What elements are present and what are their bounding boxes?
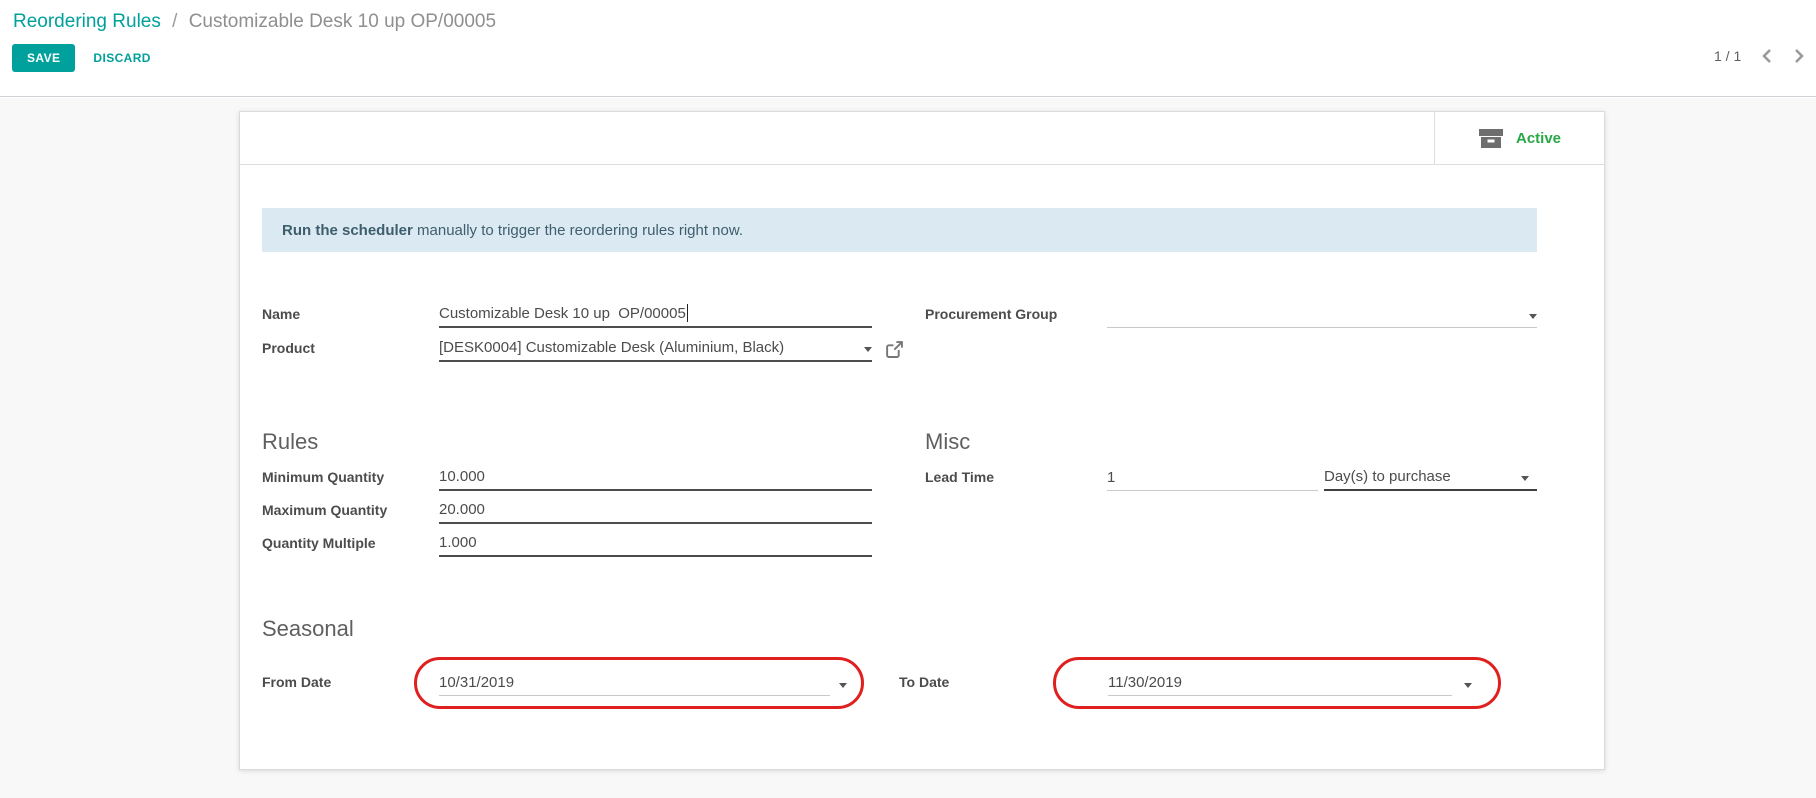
- to-date-value: 11/30/2019: [1108, 674, 1182, 691]
- pager-next-button[interactable]: [1793, 48, 1805, 64]
- minimum-quantity-value: 10.000: [439, 468, 485, 485]
- top-field-group: Name Customizable Desk 10 up OP/00005 Pr…: [262, 294, 1537, 362]
- from-date-value: 10/31/2019: [439, 674, 514, 691]
- rules-section-title: Rules: [262, 428, 899, 456]
- chevron-down-icon: [1521, 476, 1529, 481]
- form-sheet: Active Run the scheduler manually to tri…: [239, 111, 1605, 770]
- quantity-multiple-row: Quantity Multiple 1.000: [262, 524, 899, 557]
- from-date-input[interactable]: 10/31/2019: [439, 666, 847, 696]
- active-toggle-button[interactable]: Active: [1434, 112, 1604, 164]
- seasonal-section: Seasonal From Date 10/31/2019 To Date: [262, 615, 1537, 696]
- maximum-quantity-input[interactable]: 20.000: [439, 501, 872, 524]
- chevron-down-icon[interactable]: [1529, 314, 1537, 319]
- form-view-background: Active Run the scheduler manually to tri…: [0, 98, 1816, 798]
- name-label: Name: [262, 306, 439, 328]
- scheduler-alert: Run the scheduler manually to trigger th…: [262, 208, 1537, 252]
- name-row: Name Customizable Desk 10 up OP/00005: [262, 294, 899, 328]
- lead-time-label: Lead Time: [925, 469, 1107, 491]
- minimum-quantity-row: Minimum Quantity 10.000: [262, 458, 899, 491]
- save-button[interactable]: SAVE: [12, 44, 75, 72]
- quantity-multiple-input[interactable]: 1.000: [439, 534, 872, 557]
- lead-time-field-wrap: 1 Day(s) to purchase: [1107, 468, 1537, 491]
- from-date-label: From Date: [262, 674, 439, 696]
- form-action-buttons: SAVE DISCARD: [12, 44, 151, 72]
- chevron-down-icon[interactable]: [1464, 683, 1472, 688]
- button-box: Active: [240, 112, 1604, 165]
- lead-time-input[interactable]: 1: [1107, 469, 1318, 491]
- minimum-quantity-input[interactable]: 10.000: [439, 468, 872, 491]
- name-input[interactable]: Customizable Desk 10 up OP/00005: [439, 304, 872, 328]
- minimum-quantity-label: Minimum Quantity: [262, 469, 439, 491]
- maximum-quantity-label: Maximum Quantity: [262, 502, 439, 524]
- lead-time-unit-select[interactable]: Day(s) to purchase: [1324, 468, 1537, 491]
- chevron-left-icon: [1761, 48, 1773, 64]
- pager-previous-button[interactable]: [1761, 48, 1773, 64]
- name-value: Customizable Desk 10 up OP/00005: [439, 305, 686, 322]
- external-link-icon: [885, 340, 904, 359]
- chevron-right-icon: [1793, 48, 1805, 64]
- pager-value: 1 / 1: [1714, 48, 1741, 64]
- lead-time-row: Lead Time 1 Day(s) to purchase: [925, 458, 1537, 491]
- record-pager: 1 / 1: [1714, 48, 1805, 64]
- misc-section: Misc Lead Time 1 Day(s) to purchase: [925, 428, 1537, 557]
- chevron-down-icon[interactable]: [839, 683, 847, 688]
- product-label: Product: [262, 340, 439, 362]
- right-column: Procurement Group: [925, 294, 1537, 362]
- breadcrumb-separator: /: [166, 11, 183, 32]
- breadcrumb-current: Customizable Desk 10 up OP/00005: [189, 11, 496, 32]
- from-date-cell: 10/31/2019: [439, 663, 899, 696]
- product-input[interactable]: [DESK0004] Customizable Desk (Aluminium,…: [439, 339, 872, 362]
- active-label: Active: [1516, 130, 1561, 147]
- run-scheduler-link[interactable]: Run the scheduler: [282, 222, 413, 239]
- rules-section: Rules Minimum Quantity 10.000 Maximum Qu…: [262, 428, 899, 557]
- product-value: [DESK0004] Customizable Desk (Aluminium,…: [439, 339, 784, 356]
- discard-button[interactable]: DISCARD: [93, 51, 150, 65]
- product-row: Product [DESK0004] Customizable Desk (Al…: [262, 328, 899, 362]
- control-panel: Reordering Rules / Customizable Desk 10 …: [0, 0, 1816, 97]
- misc-section-title: Misc: [925, 428, 1537, 456]
- sheet-content: Run the scheduler manually to trigger th…: [240, 165, 1604, 696]
- product-external-link-button[interactable]: [885, 340, 904, 359]
- maximum-quantity-row: Maximum Quantity 20.000: [262, 491, 899, 524]
- procurement-group-label: Procurement Group: [925, 306, 1107, 328]
- text-cursor: [687, 304, 688, 322]
- product-field-wrap: [DESK0004] Customizable Desk (Aluminium,…: [439, 339, 904, 362]
- chevron-down-icon[interactable]: [864, 347, 872, 352]
- archive-box-icon: [1478, 126, 1504, 150]
- lead-time-unit-value: Day(s) to purchase: [1324, 468, 1451, 485]
- maximum-quantity-value: 20.000: [439, 501, 485, 518]
- left-column: Name Customizable Desk 10 up OP/00005 Pr…: [262, 294, 899, 362]
- to-date-cell: 11/30/2019: [1108, 663, 1537, 696]
- seasonal-section-title: Seasonal: [262, 615, 1537, 643]
- procurement-group-input[interactable]: [1107, 314, 1537, 328]
- to-date-input[interactable]: 11/30/2019: [1108, 666, 1472, 696]
- to-date-label: To Date: [899, 674, 1108, 696]
- breadcrumb-parent-link[interactable]: Reordering Rules: [13, 11, 161, 32]
- breadcrumb: Reordering Rules / Customizable Desk 10 …: [13, 11, 496, 33]
- alert-text: manually to trigger the reordering rules…: [413, 222, 743, 239]
- procurement-group-row: Procurement Group: [925, 294, 1537, 328]
- rules-misc-group: Rules Minimum Quantity 10.000 Maximum Qu…: [262, 428, 1537, 557]
- quantity-multiple-label: Quantity Multiple: [262, 535, 439, 557]
- quantity-multiple-value: 1.000: [439, 534, 477, 551]
- lead-time-value: 1: [1107, 469, 1115, 486]
